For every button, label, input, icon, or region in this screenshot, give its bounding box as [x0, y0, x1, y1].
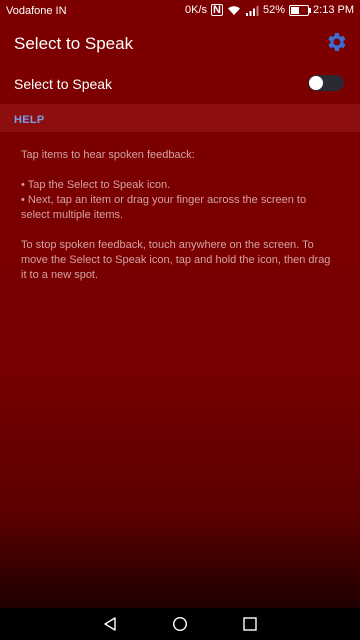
help-header-label: HELP	[14, 114, 45, 126]
nfc-icon: N	[211, 4, 223, 16]
battery-level-fill	[291, 6, 300, 14]
back-triangle-icon[interactable]	[102, 616, 118, 632]
system-navigation-bar	[0, 608, 360, 640]
help-bullet-2: • Next, tap an item or drag your finger …	[21, 194, 307, 221]
toggle-knob	[309, 76, 323, 90]
app-screen: Vodafone IN 0K/s N 52% 2:13 PM Select to…	[0, 0, 360, 608]
gear-icon[interactable]	[324, 30, 348, 54]
page-title: Select to Speak	[14, 34, 134, 53]
help-text: Tap items to hear spoken feedback: • Tap…	[21, 148, 331, 283]
carrier-name: Vodafone IN	[6, 5, 67, 17]
app-toolbar: Select to Speak	[0, 22, 360, 64]
status-time: 2:13 PM	[313, 4, 354, 16]
status-icons: 0K/s N 52% 2:13 PM	[185, 4, 354, 16]
select-to-speak-toggle[interactable]	[308, 75, 344, 91]
help-section-header: HELP	[0, 104, 360, 132]
battery-percent: 52%	[263, 4, 286, 16]
wifi-icon	[228, 5, 240, 15]
switch-label: Select to Speak	[14, 76, 113, 92]
status-bar: Vodafone IN 0K/s N 52% 2:13 PM	[0, 0, 360, 22]
help-intro: Tap items to hear spoken feedback:	[21, 149, 195, 161]
battery-icon	[289, 4, 312, 16]
help-outro: To stop spoken feedback, touch anywhere …	[21, 239, 331, 281]
network-speed: 0K/s	[185, 4, 208, 16]
recent-square-icon[interactable]	[242, 616, 258, 632]
home-circle-icon[interactable]	[172, 616, 188, 632]
signal-icon	[246, 5, 259, 16]
help-bullet-1: • Tap the Select to Speak icon.	[21, 179, 171, 191]
select-to-speak-switch-row[interactable]: Select to Speak	[0, 64, 360, 104]
